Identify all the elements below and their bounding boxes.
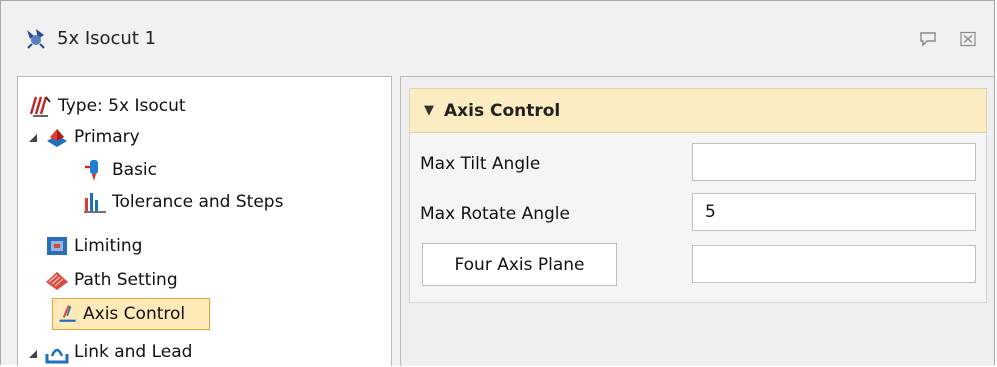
four-axis-plane-button[interactable]: Four Axis Plane bbox=[422, 243, 617, 286]
axis-control-section-header[interactable]: ▼ Axis Control bbox=[409, 88, 987, 133]
dialog-window: 5x Isocut 1 Type: 5x Isocut Primary Basi… bbox=[0, 0, 995, 366]
tolerance-icon bbox=[84, 193, 106, 213]
expand-triangle-icon[interactable]: ▼ bbox=[424, 103, 434, 118]
max-rotate-angle-input[interactable] bbox=[692, 193, 976, 231]
tree-item-label: Primary bbox=[74, 127, 140, 147]
primary-icon bbox=[47, 129, 67, 147]
tree-item-label: Basic bbox=[112, 160, 158, 180]
section-title: Axis Control bbox=[444, 100, 561, 121]
navigation-tree: Type: 5x Isocut Primary Basic Tolerance … bbox=[17, 76, 392, 366]
axis-control-icon bbox=[59, 305, 76, 322]
collapse-arrow-icon[interactable] bbox=[28, 349, 38, 359]
title-bar: 5x Isocut 1 bbox=[1, 1, 994, 71]
tree-item-label: Tolerance and Steps bbox=[112, 192, 284, 212]
collapse-arrow-icon[interactable] bbox=[28, 133, 38, 143]
panel-splitter[interactable] bbox=[392, 71, 400, 366]
four-axis-plane-input[interactable] bbox=[692, 245, 976, 283]
window-title: 5x Isocut 1 bbox=[57, 28, 157, 49]
path-setting-icon bbox=[46, 272, 68, 290]
tree-item-tolerance-and-steps[interactable]: Tolerance and Steps bbox=[82, 187, 283, 217]
tree-item-label: Axis Control bbox=[83, 304, 186, 324]
max-tilt-angle-label: Max Tilt Angle bbox=[420, 154, 541, 174]
properties-panel: ▼ Axis Control Max Tilt Angle Max Rotate… bbox=[400, 76, 994, 366]
dock-pin-icon[interactable] bbox=[919, 31, 937, 47]
tree-item-label: Type: 5x Isocut bbox=[58, 96, 186, 116]
tree-item-label: Path Setting bbox=[74, 270, 178, 290]
tree-item-link-and-lead[interactable]: Link and Lead bbox=[44, 337, 192, 367]
axis-control-section-body: Max Tilt Angle Max Rotate Angle Four Axi… bbox=[409, 133, 987, 303]
close-icon[interactable] bbox=[959, 31, 977, 47]
tree-item-primary[interactable]: Primary bbox=[44, 122, 140, 152]
tree-item-label: Limiting bbox=[74, 236, 143, 256]
app-logo-icon bbox=[27, 29, 45, 49]
tree-item-axis-control[interactable]: Axis Control bbox=[52, 298, 211, 330]
limiting-icon bbox=[47, 237, 67, 255]
basic-icon bbox=[85, 160, 98, 181]
tree-item-type[interactable]: Type: 5x Isocut bbox=[28, 91, 186, 121]
tree-item-limiting[interactable]: Limiting bbox=[44, 231, 142, 261]
max-rotate-angle-label: Max Rotate Angle bbox=[420, 204, 570, 224]
tree-item-label: Link and Lead bbox=[74, 342, 193, 362]
max-tilt-angle-input[interactable] bbox=[692, 143, 976, 181]
tree-item-path-setting[interactable]: Path Setting bbox=[44, 265, 178, 295]
link-lead-icon bbox=[45, 348, 69, 364]
toolpath-type-icon bbox=[29, 96, 51, 117]
tree-item-basic[interactable]: Basic bbox=[82, 155, 157, 185]
